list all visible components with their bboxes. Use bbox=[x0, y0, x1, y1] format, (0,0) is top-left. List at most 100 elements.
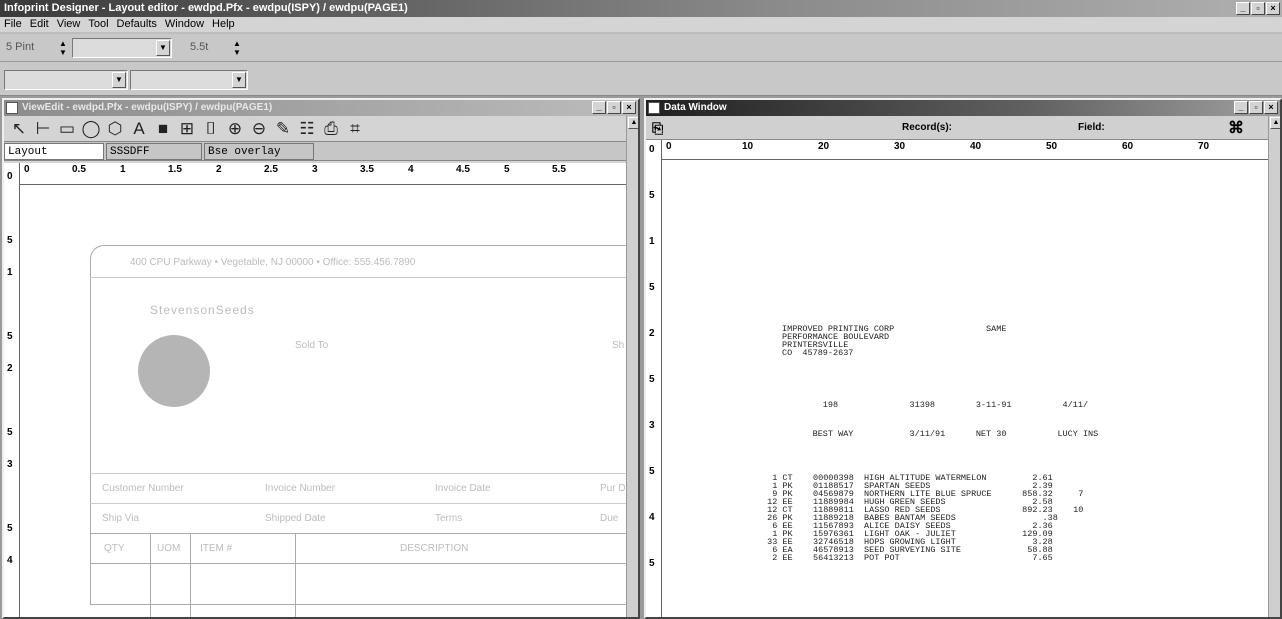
page-combo[interactable]: ▼ bbox=[130, 70, 248, 90]
ruler-tick-label: 1 bbox=[120, 164, 126, 175]
ruler-tick-label: 2.5 bbox=[264, 164, 278, 175]
menu-bar: File Edit View Tool Defaults Window Help bbox=[0, 17, 1282, 32]
invoice-number-label: Invoice Number bbox=[265, 483, 336, 494]
record-label: Record(s): bbox=[902, 122, 953, 133]
layout-vertical-scrollbar[interactable]: ▲ bbox=[626, 116, 638, 617]
ruler-tick-label: 0 bbox=[666, 141, 672, 152]
minimize-button[interactable]: _ bbox=[1236, 2, 1250, 15]
data-minimize-button[interactable]: _ bbox=[1234, 101, 1248, 114]
layout-window-title-bar[interactable]: ViewEdit - ewdpd.Pfx - ewdpu(ISPY) / ewd… bbox=[4, 100, 638, 116]
object-combo[interactable]: ▼ bbox=[4, 70, 128, 90]
item-column-header: ITEM # bbox=[200, 543, 233, 554]
data-canvas[interactable]: IMPROVED PRINTING CORP SAME PERFORMANCE … bbox=[662, 160, 1268, 617]
grid-icon[interactable]: ⊞ bbox=[176, 118, 198, 140]
close-button[interactable]: × bbox=[1266, 2, 1280, 15]
chevron-down-icon[interactable]: ▼ bbox=[112, 72, 126, 88]
shipped-date-label: Shipped Date bbox=[265, 513, 326, 524]
field-icon[interactable]: ☷ bbox=[296, 118, 318, 140]
ruler-tick-label: 5 bbox=[504, 164, 510, 175]
box-icon[interactable]: ⌷ bbox=[200, 118, 222, 140]
data-horizontal-ruler: 0 10 20 30 40 50 60 70 bbox=[662, 140, 1268, 160]
ruler-tick-label: 0.5 bbox=[72, 164, 86, 175]
select-arrow-icon[interactable]: ↖ bbox=[8, 118, 30, 140]
ruler-tick-label: 2 bbox=[216, 164, 222, 175]
zoom-out-icon[interactable]: ⊖ bbox=[248, 118, 270, 140]
description-column-header: DESCRIPTION bbox=[400, 543, 469, 554]
format-toolbar: 5 Pint ▲ ▼ ▼ 5.5t ▲ ▼ bbox=[0, 34, 1282, 62]
data-close-button[interactable]: × bbox=[1264, 101, 1278, 114]
ruler-tick-label: 0 bbox=[7, 171, 13, 182]
polygon-icon[interactable]: ⬡ bbox=[104, 118, 126, 140]
object-icon[interactable]: ⎙ bbox=[320, 118, 342, 140]
scroll-up-icon[interactable]: ▲ bbox=[628, 117, 638, 129]
layer-bar: Layout SSSDFF Bse overlay bbox=[4, 142, 638, 161]
ruler-tick-label: 30 bbox=[894, 141, 906, 152]
ruler-tick-label: 5 bbox=[7, 427, 13, 438]
layout-editor-window: ViewEdit - ewdpd.Pfx - ewdpu(ISPY) / ewd… bbox=[2, 98, 640, 619]
ruler-tick-label: 50 bbox=[1046, 141, 1058, 152]
fill-box-icon[interactable]: ■ bbox=[152, 118, 174, 140]
drawing-toolbar: ↖ ⊢ ▭ ◯ ⬡ A ■ ⊞ ⌷ ⊕ ⊖ ✎ ☷ ⎙ ⌗ bbox=[4, 116, 638, 142]
ruler-tick-label: 1 bbox=[649, 236, 655, 247]
ruler-tick-label: 40 bbox=[970, 141, 982, 152]
ruler-tick-label: 4.5 bbox=[456, 164, 470, 175]
invoice-header-line-1: 198 31398 3-11-91 4/11/ bbox=[782, 400, 1089, 410]
ruler-tick-label: 5 bbox=[649, 558, 655, 569]
layer-id-field[interactable]: SSSDFF bbox=[106, 142, 202, 160]
ruler-icon[interactable]: ⌗ bbox=[344, 118, 366, 140]
layout-maximize-button[interactable]: ▫ bbox=[607, 101, 621, 114]
purchase-date-label: Pur Date bbox=[600, 483, 626, 494]
rectangle-icon[interactable]: ▭ bbox=[56, 118, 78, 140]
selection-toolbar: ▼ ▼ bbox=[0, 62, 1282, 96]
ruler-tick-label: 1 bbox=[7, 267, 13, 278]
maximize-button[interactable]: ▫ bbox=[1251, 2, 1265, 15]
ruler-tick-label: 70 bbox=[1198, 141, 1210, 152]
layout-minimize-button[interactable]: _ bbox=[592, 101, 606, 114]
data-vertical-scrollbar[interactable]: ▲ bbox=[1268, 116, 1280, 617]
ruler-tick-label: 60 bbox=[1122, 141, 1134, 152]
ruler-tick-label: 20 bbox=[818, 141, 830, 152]
item-line: 2 EE 56413213 POT POT 7.65 bbox=[762, 553, 1053, 563]
menu-edit[interactable]: Edit bbox=[30, 17, 49, 32]
menu-help[interactable]: Help bbox=[212, 17, 235, 32]
sold-to-label: Sold To bbox=[295, 340, 329, 351]
font-combo[interactable]: ▼ bbox=[72, 38, 172, 58]
uom-column-header: UOM bbox=[157, 543, 181, 554]
ruler-tick-label: 5.5 bbox=[552, 164, 566, 175]
horizontal-ruler: 0 0.5 1 1.5 2 2.5 3 3.5 4 4.5 5 5.5 bbox=[20, 163, 626, 185]
chevron-down-icon[interactable]: ▼ bbox=[156, 40, 170, 56]
scroll-up-icon[interactable]: ▲ bbox=[1270, 117, 1280, 129]
qty-column-header: QTY bbox=[104, 543, 125, 554]
ruler-tick-label: 5 bbox=[7, 235, 13, 246]
logo-circle bbox=[138, 335, 210, 407]
zoom-in-icon[interactable]: ⊕ bbox=[224, 118, 246, 140]
layout-close-button[interactable]: × bbox=[622, 101, 636, 114]
field-label: Field: bbox=[1078, 122, 1105, 133]
menu-file[interactable]: File bbox=[4, 17, 22, 32]
chevron-down-icon[interactable]: ▼ bbox=[232, 72, 246, 88]
menu-tool[interactable]: Tool bbox=[88, 17, 108, 32]
text-icon[interactable]: A bbox=[128, 118, 150, 140]
ruler-tick-label: 4 bbox=[649, 512, 655, 523]
menu-window[interactable]: Window bbox=[165, 17, 204, 32]
menu-view[interactable]: View bbox=[57, 17, 81, 32]
ruler-tick-label: 2 bbox=[649, 328, 655, 339]
data-maximize-button[interactable]: ▫ bbox=[1249, 101, 1263, 114]
ruler-tick-label: 0 bbox=[24, 164, 30, 175]
menu-defaults[interactable]: Defaults bbox=[117, 17, 157, 32]
ellipse-icon[interactable]: ◯ bbox=[80, 118, 102, 140]
font-size-spinner[interactable]: ▲ ▼ bbox=[58, 39, 68, 57]
layer-name-field[interactable]: Layout bbox=[4, 142, 104, 160]
line-spacing-spinner[interactable]: ▲ ▼ bbox=[232, 39, 242, 57]
ruler-tick-label: 3 bbox=[312, 164, 318, 175]
data-window-title-bar[interactable]: Data Window _ ▫ × bbox=[646, 100, 1280, 116]
overlay-field[interactable]: Bse overlay bbox=[204, 142, 314, 160]
line-icon[interactable]: ⊢ bbox=[32, 118, 54, 140]
ruler-tick-label: 0 bbox=[649, 144, 655, 155]
record-navigator-icon[interactable]: ⌘ bbox=[1228, 118, 1244, 138]
address-line-4: CO 45789-2637 bbox=[782, 348, 854, 358]
layout-canvas[interactable]: 400 CPU Parkway • Vegetable, NJ 00000 • … bbox=[20, 185, 626, 617]
data-source-icon[interactable]: ⎘ bbox=[652, 120, 663, 137]
ruler-tick-label: 3 bbox=[7, 459, 13, 470]
paint-icon[interactable]: ✎ bbox=[272, 118, 294, 140]
